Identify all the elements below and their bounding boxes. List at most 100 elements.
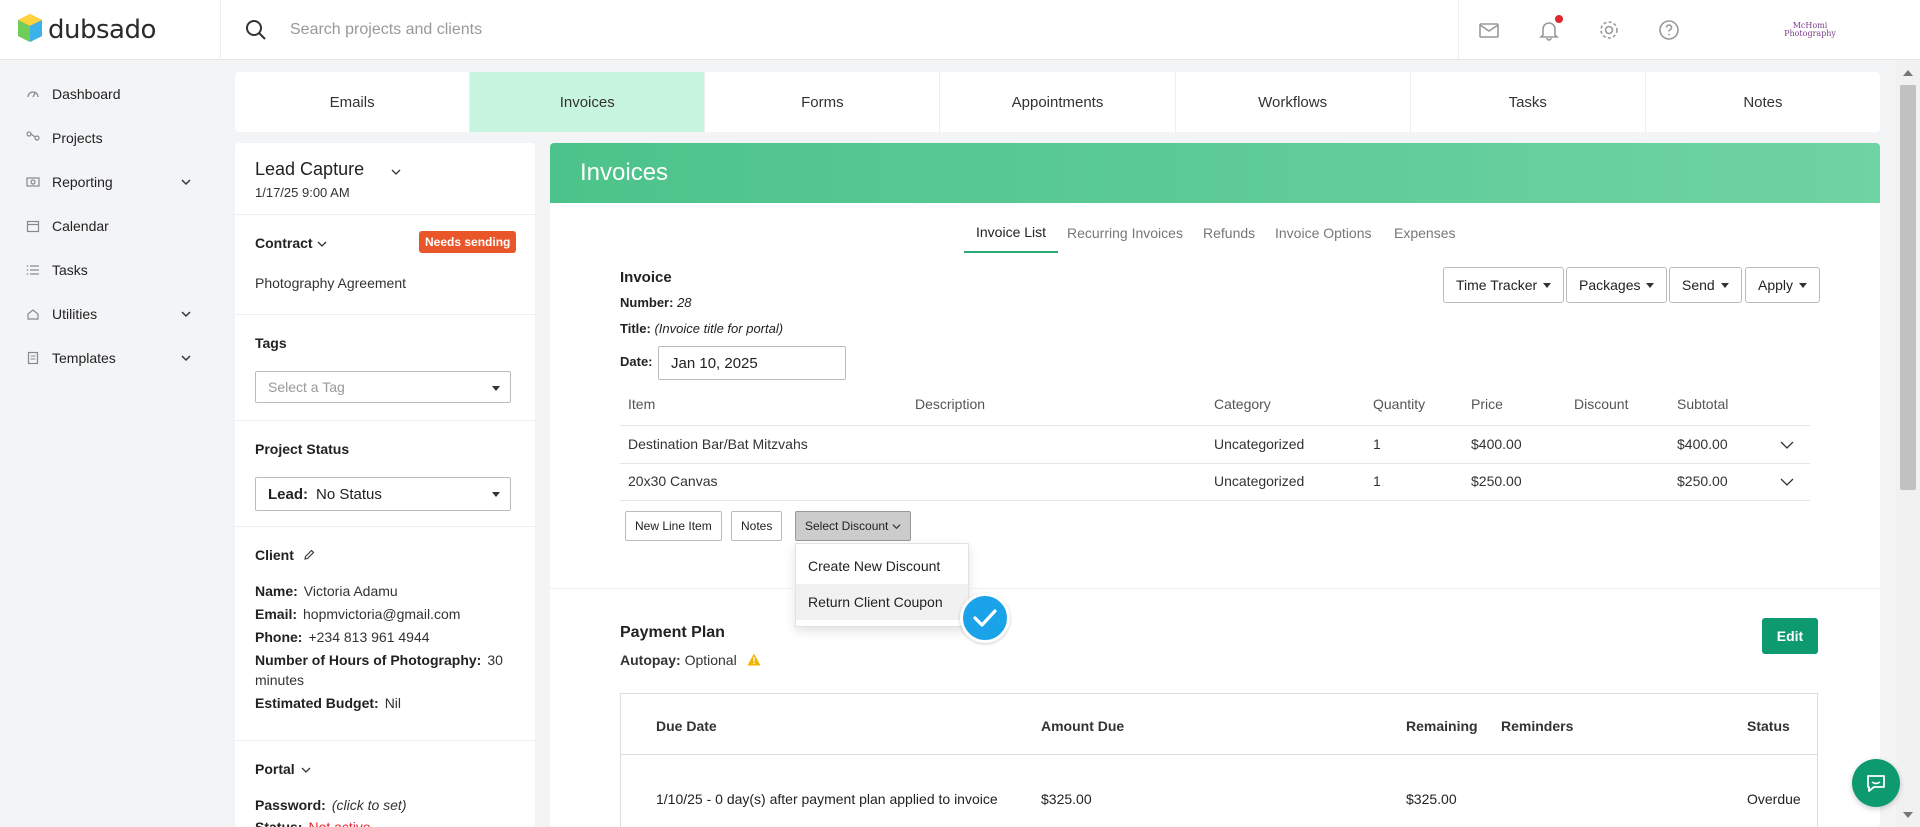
- project-title[interactable]: Lead Capture: [255, 159, 364, 180]
- packages-button[interactable]: Packages: [1566, 267, 1668, 303]
- chevron-down-icon[interactable]: [1780, 438, 1794, 452]
- divider: [620, 425, 1810, 426]
- tab-emails[interactable]: Emails: [235, 72, 471, 132]
- project-status-select[interactable]: Lead: No Status: [255, 477, 511, 511]
- menu-item-create-new-discount[interactable]: Create New Discount: [796, 548, 968, 584]
- column-header: Amount Due: [1041, 718, 1125, 734]
- app-logo[interactable]: dubsado: [18, 10, 156, 50]
- help-icon[interactable]: [1657, 18, 1681, 42]
- tab-forms[interactable]: Forms: [705, 72, 941, 132]
- client-name: Victoria Adamu: [303, 583, 398, 599]
- search-icon[interactable]: [244, 18, 268, 42]
- item-name: Destination Bar/Bat Mitzvahs: [628, 436, 808, 452]
- search-input[interactable]: [290, 14, 890, 46]
- client-budget: Nil: [384, 695, 402, 711]
- invoice-date-input[interactable]: Jan 10, 2025: [658, 346, 846, 380]
- subtab-refunds[interactable]: Refunds: [1203, 213, 1255, 253]
- utilities-icon: [27, 309, 39, 320]
- select-discount-button[interactable]: Select Discount: [795, 511, 912, 541]
- client-section: Client Name: Victoria Adamu Email: hopmvic…: [235, 527, 535, 741]
- subtab-recurring-invoices[interactable]: Recurring Invoices: [1067, 213, 1183, 253]
- time-tracker-button[interactable]: Time Tracker: [1443, 267, 1565, 303]
- tab-appointments[interactable]: Appointments: [940, 72, 1176, 132]
- tab-notes[interactable]: Notes: [1646, 72, 1880, 132]
- menu-item-return-client-coupon[interactable]: Return Client Coupon: [796, 584, 968, 620]
- column-header: Category: [1214, 396, 1271, 412]
- sidebar-item-tasks[interactable]: Tasks: [0, 252, 220, 288]
- divider: [620, 463, 1810, 464]
- send-button[interactable]: Send: [1669, 267, 1742, 303]
- sidebar-item-calendar[interactable]: Calendar: [0, 208, 220, 244]
- sidebar-item-reporting[interactable]: Reporting: [0, 164, 220, 200]
- subtab-invoice-options[interactable]: Invoice Options: [1275, 213, 1372, 253]
- reporting-icon: [26, 177, 40, 187]
- chat-support-button[interactable]: [1852, 759, 1900, 807]
- field-label: Status:: [255, 819, 303, 827]
- divider: [621, 754, 1817, 755]
- sidebar-item-utilities[interactable]: Utilities: [0, 296, 220, 332]
- column-header: Price: [1471, 396, 1503, 412]
- scroll-up-arrow-icon[interactable]: [1903, 70, 1913, 76]
- tag-select-placeholder: Select a Tag: [268, 379, 345, 395]
- sidebar-item-label: Reporting: [52, 174, 113, 190]
- notes-button[interactable]: Notes: [731, 511, 783, 541]
- status-badge: Needs sending: [419, 231, 517, 253]
- status-prefix: Lead:: [268, 485, 309, 503]
- chevron-down-icon[interactable]: [1780, 475, 1794, 489]
- button-label: Apply: [1758, 277, 1794, 293]
- invoice-number-row: Number: 28: [620, 295, 692, 310]
- amount-due: $325.00: [1041, 791, 1092, 807]
- tab-invoices[interactable]: Invoices: [470, 72, 706, 132]
- page-title: Invoices: [580, 159, 669, 186]
- chevron-down-icon[interactable]: [317, 239, 327, 249]
- portal-label[interactable]: Portal: [255, 761, 295, 777]
- sidebar-item-templates[interactable]: Templates: [0, 340, 220, 376]
- column-header: Status: [1747, 718, 1790, 734]
- pencil-icon[interactable]: [303, 549, 315, 561]
- chevron-down-icon: [181, 355, 191, 362]
- sidebar-item-dashboard[interactable]: Dashboard: [0, 76, 220, 112]
- invoices-header: Invoices: [550, 143, 1880, 203]
- warning-icon[interactable]: [747, 653, 761, 666]
- subtab-expenses[interactable]: Expenses: [1394, 213, 1455, 253]
- avatar[interactable]: McHomi Photography: [1784, 10, 1836, 50]
- invoice-number: 28: [677, 295, 692, 310]
- tab-tasks[interactable]: Tasks: [1411, 72, 1646, 132]
- scroll-down-arrow-icon[interactable]: [1903, 812, 1913, 818]
- item-category: Uncategorized: [1214, 473, 1305, 489]
- subtab-invoice-list[interactable]: Invoice List: [964, 213, 1059, 253]
- gear-icon[interactable]: [1597, 18, 1621, 42]
- chevron-down-icon[interactable]: [301, 765, 311, 775]
- edit-payment-plan-button[interactable]: Edit: [1762, 618, 1818, 654]
- portal-section: Portal Password: (click to set) Status: No…: [235, 741, 535, 827]
- client-email[interactable]: hopmvictoria@gmail.com: [303, 606, 460, 622]
- mail-icon[interactable]: [1477, 18, 1501, 42]
- divider: [620, 500, 1810, 501]
- column-header: Reminders: [1501, 718, 1574, 734]
- contract-label[interactable]: Contract: [255, 235, 313, 251]
- password-value[interactable]: (click to set): [332, 797, 407, 813]
- scrollbar-thumb[interactable]: [1900, 85, 1916, 490]
- chevron-down-icon: [181, 179, 191, 186]
- column-header: Due Date: [656, 718, 717, 734]
- button-label: Select Discount: [805, 519, 889, 533]
- tab-workflows[interactable]: Workflows: [1176, 72, 1411, 132]
- sidebar-item-projects[interactable]: Projects: [0, 120, 220, 156]
- contract-name[interactable]: Photography Agreement: [255, 275, 406, 291]
- field-label: Autopay:: [620, 652, 681, 668]
- apply-button[interactable]: Apply: [1745, 267, 1821, 303]
- caret-down-icon: [1646, 282, 1655, 288]
- chevron-down-icon[interactable]: [391, 167, 401, 177]
- invoices-panel: Invoices Invoice List Recurring Invoices…: [550, 143, 1880, 827]
- button-label: Time Tracker: [1456, 277, 1538, 293]
- caret-down-icon: [492, 386, 500, 391]
- status-section: Project Status Lead: No Status: [235, 421, 535, 527]
- project-date: 1/17/25 9:00 AM: [255, 185, 350, 200]
- invoice-title[interactable]: (Invoice title for portal): [654, 321, 783, 336]
- new-line-item-button[interactable]: New Line Item: [625, 511, 722, 541]
- contract-section: Contract Needs sending Photography Agree…: [235, 215, 535, 315]
- logo-icon: [18, 14, 42, 42]
- tag-select[interactable]: Select a Tag: [255, 371, 511, 403]
- caret-down-icon: [1720, 282, 1729, 288]
- due-date: 1/10/25 - 0 day(s) after payment plan ap…: [656, 791, 998, 807]
